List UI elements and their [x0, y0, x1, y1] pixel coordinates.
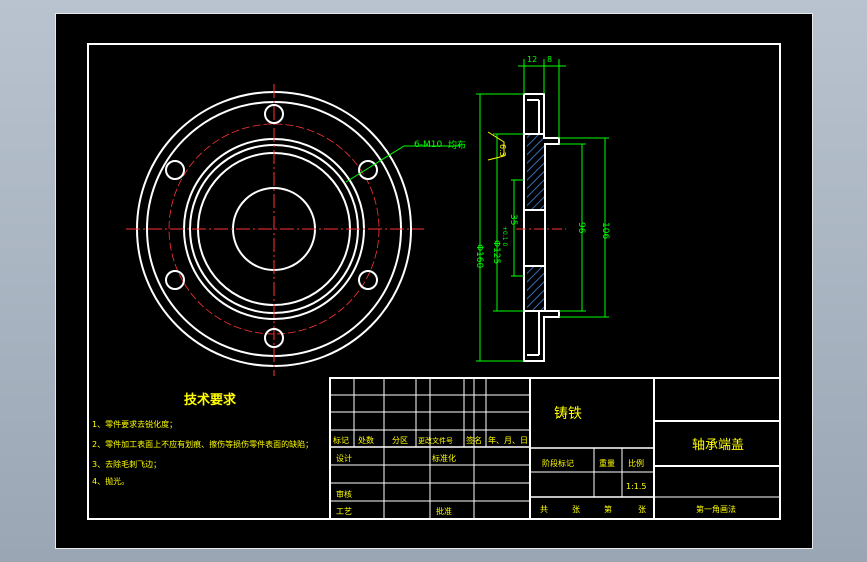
- sheet-unit-2: 张: [638, 505, 646, 514]
- drawing-frame: 6-M10 均布 12 8 Φ160 Φ125 35 +0.1 0 96 106…: [55, 13, 813, 549]
- dim-top-b: 8: [547, 55, 552, 64]
- hole-note-suffix: 均布: [448, 139, 466, 151]
- bolt-hole: [165, 160, 185, 180]
- section-hatch-top: [527, 134, 545, 210]
- rev-header-mark: 标记: [333, 435, 349, 445]
- cad-drawing: 6-M10 均布 12 8 Φ160 Φ125 35 +0.1 0 96 106…: [87, 43, 781, 520]
- tech-requirements: 技术要求 1、零件要求去锐化度； 2、零件加工表面上不应有划痕、擦伤等损伤零件表…: [92, 392, 313, 486]
- tech-title: 技术要求: [184, 392, 237, 408]
- material: 铸铁: [554, 406, 582, 422]
- design-label: 设计: [336, 453, 352, 463]
- dim-outer: Φ160: [474, 244, 484, 269]
- tech-item-1: 1、零件要求去锐化度；: [92, 419, 177, 429]
- tech-item-4: 4、抛光。: [92, 476, 129, 486]
- part-name: 轴承端盖: [692, 438, 744, 453]
- bolt-hole: [165, 270, 185, 290]
- bolt-hole: [358, 270, 378, 290]
- review-label: 审核: [336, 489, 352, 499]
- rev-header-zone: 分区: [392, 436, 408, 445]
- roughness-value: 6.3: [498, 144, 507, 157]
- dim-inner: 96: [576, 222, 586, 234]
- standardize-label: 标准化: [432, 453, 456, 463]
- dim-top-a: 12: [527, 55, 537, 64]
- hole-note: 6-M10: [414, 140, 442, 150]
- dim-boss: 106: [600, 222, 610, 239]
- scale-value: 1:1.5: [626, 482, 647, 491]
- side-view: 12 8 Φ160 Φ125 35 +0.1 0 96 106 6.3: [474, 55, 610, 362]
- front-view: [126, 84, 461, 376]
- rev-header-doc: 更改文件号: [418, 436, 453, 445]
- rev-header-count: 处数: [358, 435, 374, 445]
- dim-bore-tol: +0.1 0: [501, 226, 508, 246]
- sheet-current: 第: [604, 504, 612, 514]
- bolt-hole: [358, 160, 378, 180]
- stage-mark-label: 阶段标记: [542, 458, 574, 468]
- tech-item-3: 3、去除毛刺飞边；: [92, 459, 161, 469]
- process-label: 工艺: [336, 507, 352, 516]
- rev-header-date: 年、月、日: [488, 435, 528, 445]
- scale-label: 比例: [628, 458, 644, 468]
- approve-label: 批准: [436, 506, 452, 516]
- tech-item-2: 2、零件加工表面上不应有划痕、擦伤等损伤零件表面的缺陷；: [92, 439, 313, 449]
- weight-label: 重量: [599, 458, 615, 468]
- dim-bolt-circle: Φ125: [491, 240, 501, 264]
- sheet-total: 共: [540, 505, 548, 514]
- sheet-unit-1: 张: [572, 505, 580, 514]
- title-block-text: 铸铁 轴承端盖 标记 处数 分区 更改文件号 签名 年、月、日 设计 标准化 审…: [333, 406, 744, 516]
- dim-bore: 35: [508, 214, 518, 225]
- section-hatch-bottom: [527, 266, 545, 311]
- projection: 第一角画法: [696, 504, 736, 514]
- rev-header-sign: 签名: [466, 435, 482, 445]
